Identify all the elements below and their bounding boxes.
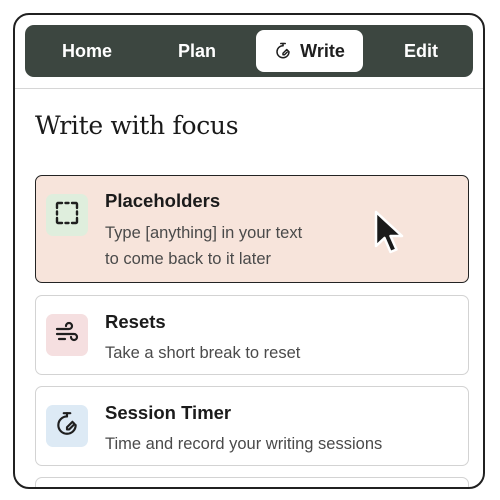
- tab-home-label: Home: [61, 40, 112, 61]
- placeholder-dashed-box-icon: [54, 200, 80, 231]
- tab-plan-label: Plan: [177, 40, 216, 61]
- feature-card-resets[interactable]: Resets Take a short break to reset: [35, 295, 469, 375]
- tab-plan[interactable]: Plan: [147, 30, 247, 72]
- tab-edit[interactable]: Edit: [371, 30, 471, 72]
- card-title: Session Timer: [105, 402, 232, 423]
- card-title: Placeholders: [105, 190, 221, 211]
- timer-pen-icon: [274, 42, 292, 60]
- card-description-line-2: to come back to it later: [105, 250, 271, 268]
- mouse-cursor-icon: [372, 209, 408, 262]
- top-nav: Home Plan Write Edit: [25, 25, 473, 77]
- feature-card-partial[interactable]: [35, 477, 469, 487]
- tab-write[interactable]: Write: [256, 30, 363, 72]
- card-description: Take a short break to reset: [105, 344, 301, 362]
- timer-pen-icon: [54, 411, 80, 442]
- tab-write-label: Write: [300, 40, 345, 61]
- card-description: Time and record your writing sessions: [105, 435, 383, 453]
- app-window: Home Plan Write Edit Write with focus Pl…: [13, 13, 485, 489]
- card-description-line-1: Type [anything] in your text: [105, 224, 303, 242]
- tab-edit-label: Edit: [404, 40, 438, 61]
- wind-icon: [54, 320, 80, 351]
- card-title: Resets: [105, 311, 166, 332]
- session-timer-badge: [46, 405, 88, 447]
- header-divider: [15, 88, 483, 89]
- tab-home[interactable]: Home: [37, 30, 137, 72]
- feature-card-session-timer[interactable]: Session Timer Time and record your writi…: [35, 386, 469, 466]
- placeholder-badge: [46, 194, 88, 236]
- page-title: Write with focus: [35, 111, 239, 140]
- resets-badge: [46, 314, 88, 356]
